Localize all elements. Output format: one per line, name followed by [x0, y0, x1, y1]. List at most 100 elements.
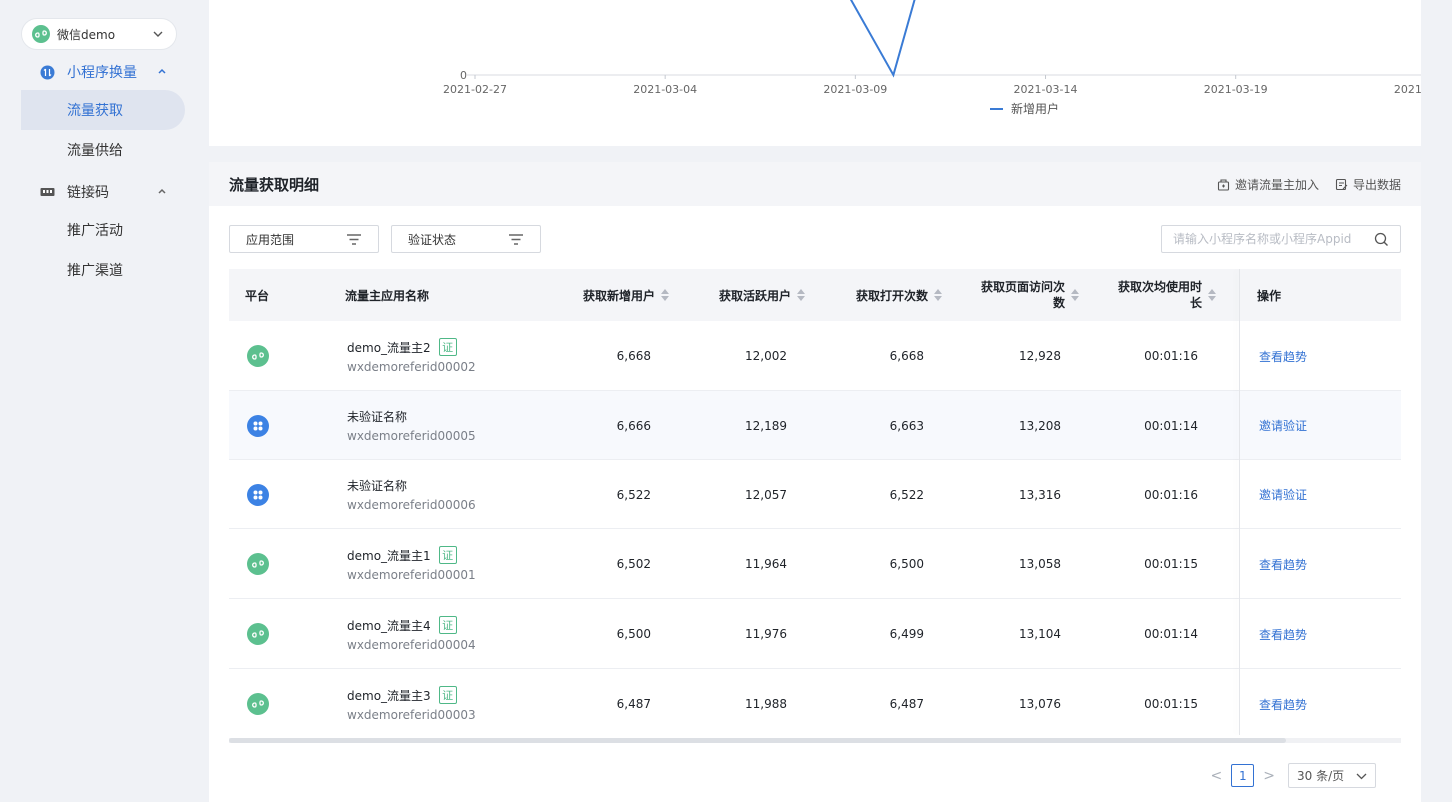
col-opens[interactable]: 获取打开次数	[802, 269, 942, 321]
filter-icon	[346, 233, 362, 249]
opens-cell: 6,668	[889, 349, 924, 363]
sidebar-item-traffic-supply[interactable]: 流量供给	[21, 130, 185, 170]
platform-cell	[247, 529, 269, 599]
col-page-visits-line1: 获取页面访问次	[980, 280, 1065, 294]
app-id: wxdemoreferid00004	[347, 638, 476, 652]
miniprogram-icon	[247, 693, 269, 715]
col-avg-time[interactable]: 获取次均使用时 长	[1076, 269, 1216, 321]
detail-card: 流量获取明细 邀请流量主加入 导出数据 应用范围 验证状态 请输入小程序名称或小…	[209, 162, 1421, 802]
action-cell: 邀请验证	[1259, 391, 1307, 460]
app-name-cell: demo_流量主2 证 wxdemoreferid00002	[347, 321, 476, 391]
export-icon	[1335, 178, 1348, 191]
export-data-button[interactable]: 导出数据	[1335, 176, 1401, 193]
col-action: 操作	[1257, 288, 1282, 303]
sidebar-item-promo-activity[interactable]: 推广活动	[21, 210, 185, 250]
table-row: 未验证名称 wxdemoreferid00006 6,522 12,057 6,522 1…	[229, 460, 1401, 529]
prev-page-button[interactable]: <	[1211, 768, 1223, 784]
new-users-cell: 6,500	[616, 627, 651, 641]
nav-group-label: 小程序换量	[67, 65, 137, 81]
invite-verify-link[interactable]: 邀请验证	[1259, 417, 1307, 434]
view-trend-link[interactable]: 查看趋势	[1259, 556, 1307, 573]
x-tick-label: 2021-03-04	[633, 83, 697, 96]
sidebar-item-traffic-acquire[interactable]: 流量获取	[21, 90, 185, 130]
app-name-cell: demo_流量主4 证 wxdemoreferid00004	[347, 599, 476, 669]
avg-time-cell: 00:01:15	[1144, 557, 1198, 571]
page-visits-cell: 12,928	[1019, 349, 1061, 363]
status-filter[interactable]: 验证状态	[391, 225, 541, 253]
platform-cell	[247, 599, 269, 669]
col-page-visits-label: 获取页面访问次 数	[981, 279, 1065, 311]
new-users-cell: 6,522	[616, 487, 651, 502]
app-id: wxdemoreferid00006	[347, 498, 476, 512]
app-name: 未验证名称	[347, 410, 408, 424]
app-name: demo_流量主3	[347, 688, 431, 703]
table-row: demo_流量主2 证 wxdemoreferid00002 6,668 12,002 6…	[229, 321, 1401, 391]
avg-time-cell: 00:01:16	[1144, 487, 1198, 502]
app-selector[interactable]: 微信demo	[21, 18, 177, 50]
table-row: 未验证名称 wxdemoreferid00005 6,666 12,189 6,663 1…	[229, 391, 1401, 460]
active-users-cell: 12,189	[745, 418, 787, 433]
col-page-visits-line2: 数	[1052, 296, 1065, 310]
verified-badge: 证	[438, 338, 457, 356]
platform-cell	[247, 391, 269, 460]
scrollbar-thumb[interactable]	[229, 738, 1286, 743]
col-page-visits[interactable]: 获取页面访问次 数	[939, 269, 1079, 321]
chevron-down-icon	[152, 28, 164, 43]
scope-filter[interactable]: 应用范围	[229, 225, 379, 253]
status-filter-label: 验证状态	[408, 232, 457, 247]
col-avg-time-label: 获取次均使用时 长	[1118, 279, 1202, 311]
table-body: demo_流量主2 证 wxdemoreferid00002 6,668 12,002 6…	[229, 321, 1401, 739]
verified-badge: 证	[438, 686, 457, 704]
invite-verify-link[interactable]: 邀请验证	[1259, 486, 1307, 503]
horizontal-scrollbar[interactable]	[229, 738, 1401, 743]
sidebar: 微信demo 小程序换量 流量获取 流量供给 链接码 推广活动 推广渠道	[0, 0, 200, 802]
app-name-cell: 未验证名称 wxdemoreferid00005	[347, 391, 476, 460]
app-name-cell: demo_流量主1 证 wxdemoreferid00001	[347, 529, 476, 599]
chevron-up-icon	[157, 185, 167, 199]
new-users-cell: 6,502	[616, 557, 651, 571]
view-trend-link[interactable]: 查看趋势	[1259, 348, 1307, 365]
view-trend-link[interactable]: 查看趋势	[1259, 696, 1307, 713]
next-page-button[interactable]: >	[1263, 768, 1275, 784]
page-visits-cell: 13,104	[1019, 627, 1061, 641]
col-new-users[interactable]: 获取新增用户	[529, 269, 669, 321]
search-input[interactable]	[1173, 232, 1373, 246]
miniprogram-icon	[247, 345, 269, 367]
page-size-label: 30 条/页	[1297, 769, 1345, 783]
table-header: 平台 流量主应用名称 获取新增用户 获取活跃用户 获取打开次数 获取页面访问次 …	[229, 269, 1401, 321]
series-line-new-users	[849, 0, 916, 78]
action-cell: 查看趋势	[1259, 669, 1307, 739]
active-users-cell: 11,964	[745, 557, 787, 571]
app-name-cell: 未验证名称 wxdemoreferid00006	[347, 460, 476, 529]
export-label: 导出数据	[1352, 178, 1401, 192]
active-users-cell: 11,988	[745, 697, 787, 711]
col-active-users[interactable]: 获取活跃用户	[665, 269, 805, 321]
opens-cell: 6,487	[889, 697, 924, 711]
page-visits-cell: 13,316	[1019, 487, 1061, 502]
invite-traffic-owner-button[interactable]: 邀请流量主加入	[1217, 176, 1319, 193]
verified-badge: 证	[438, 616, 457, 634]
search-icon[interactable]	[1374, 232, 1389, 250]
platform-cell	[247, 669, 269, 739]
platform-cell	[247, 460, 269, 529]
new-users-cell: 6,487	[616, 697, 651, 711]
page-1-button[interactable]: 1	[1231, 764, 1255, 787]
nav-group-label: 链接码	[67, 185, 109, 201]
app-id: wxdemoreferid00002	[347, 360, 476, 374]
page-size-select[interactable]: 30 条/页	[1288, 763, 1376, 788]
col-opens-label: 获取打开次数	[855, 288, 928, 303]
sidebar-item-promo-channel[interactable]: 推广渠道	[21, 250, 185, 290]
nav-group-miniprogram-exchange[interactable]: 小程序换量	[40, 62, 170, 82]
trend-chart-card: 2021-02-27 2021-03-04 2021-03-09 2021-03-14…	[209, 0, 1421, 146]
new-users-cell: 6,668	[616, 349, 651, 363]
app-id: wxdemoreferid00001	[347, 568, 476, 582]
view-trend-link[interactable]: 查看趋势	[1259, 626, 1307, 643]
active-users-cell: 12,002	[745, 349, 787, 363]
sort-icon[interactable]	[1208, 289, 1216, 301]
pagination: < 1 > 30 条/页	[1211, 763, 1376, 788]
table-row: demo_流量主1 证 wxdemoreferid00001 6,502 11,964 6…	[229, 529, 1401, 599]
col-new-users-label: 获取新增用户	[582, 288, 655, 303]
nav-group-link-code[interactable]: 链接码	[40, 182, 170, 202]
fixed-column-divider	[1239, 269, 1240, 735]
opens-cell: 6,522	[889, 487, 924, 502]
